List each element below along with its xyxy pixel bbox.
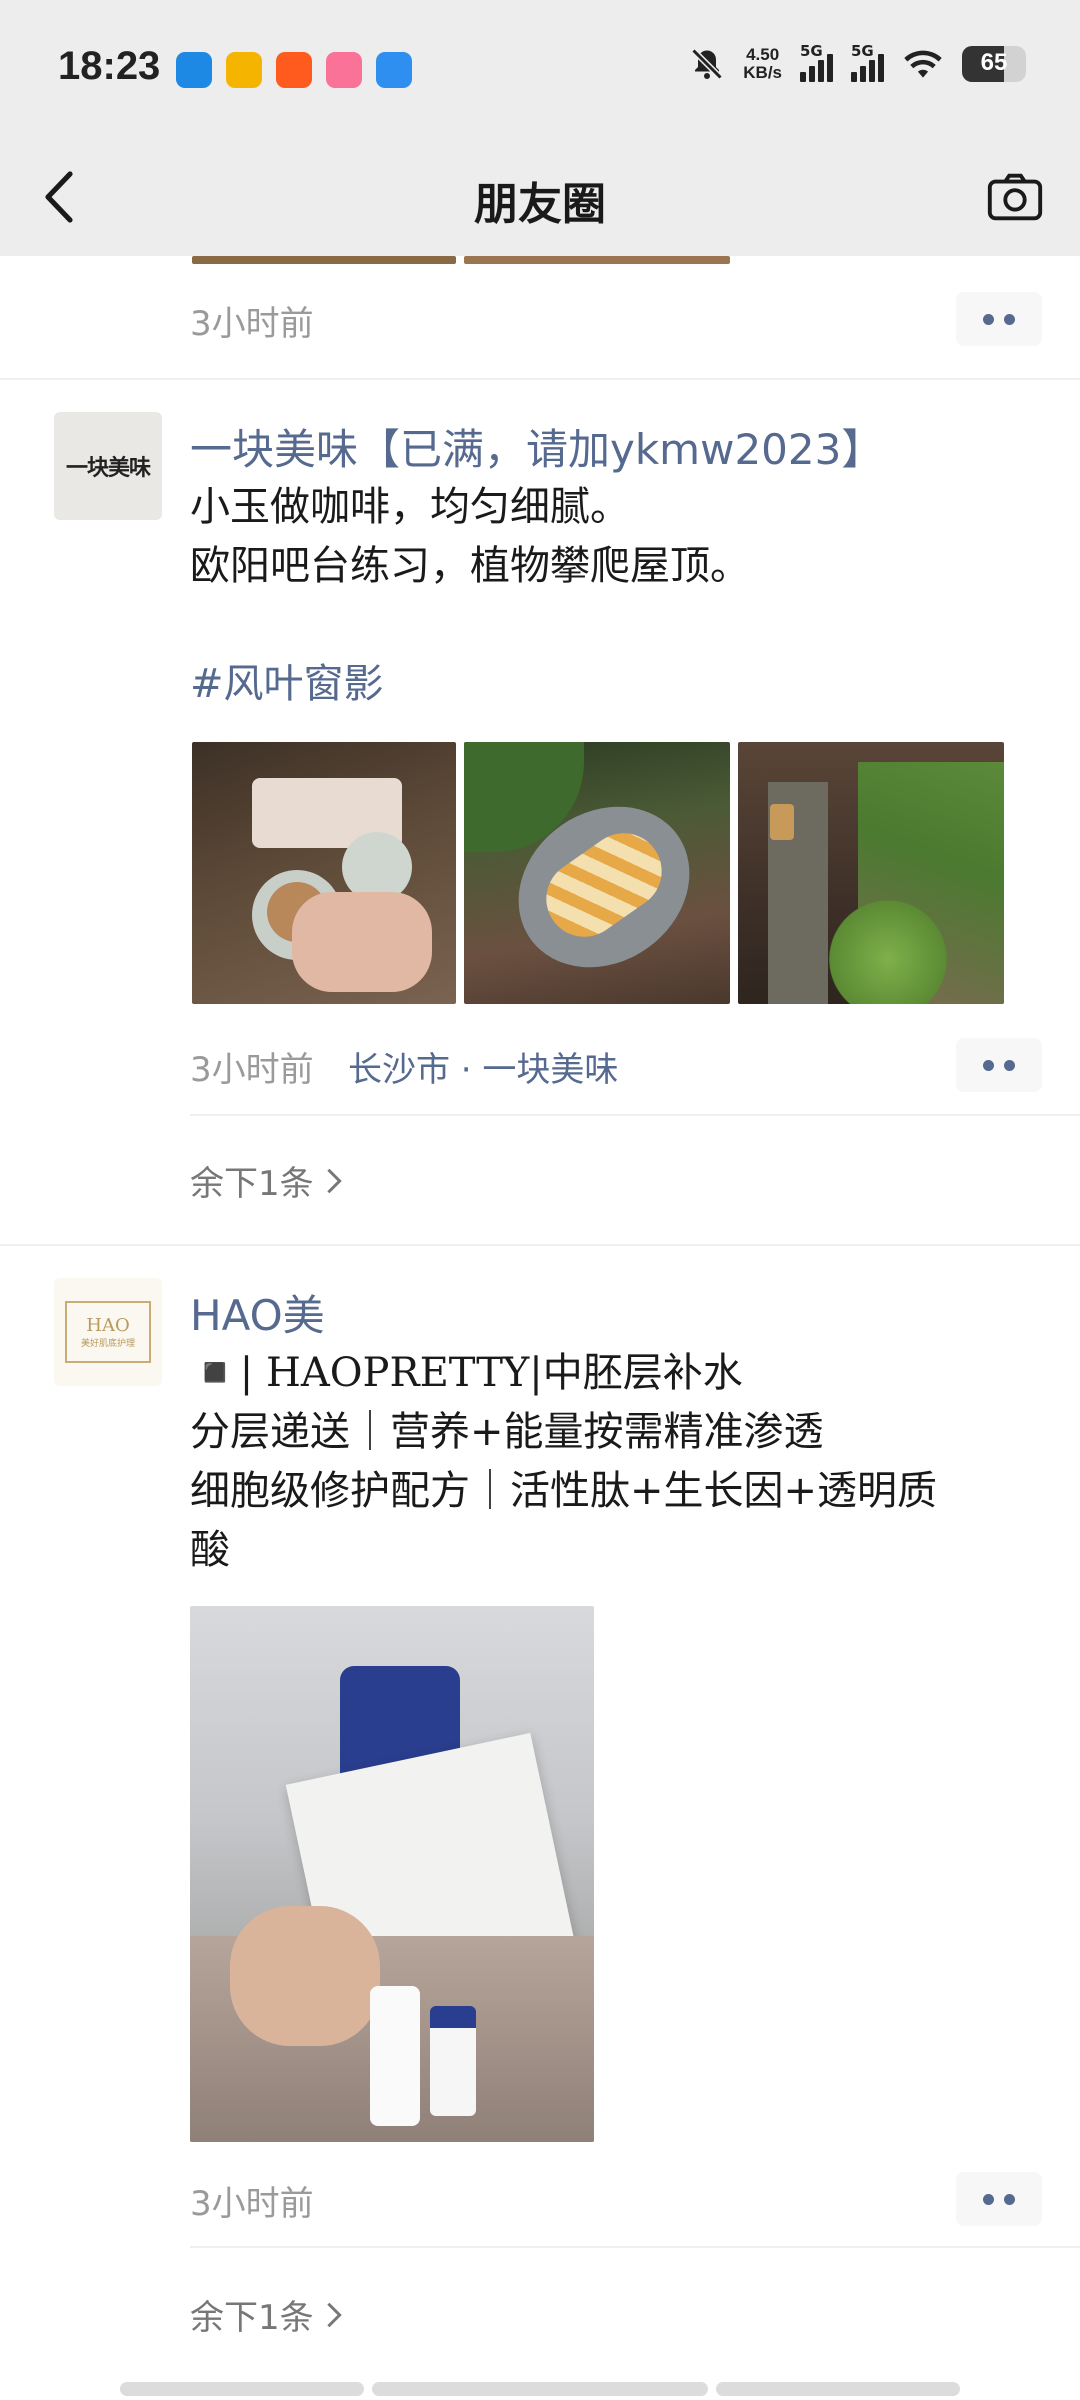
bilibili-icon	[326, 52, 362, 88]
post-text-line: 欧阳吧台练习，植物攀爬屋顶。	[190, 543, 750, 589]
post-time: 3小时前	[190, 304, 314, 344]
post-time: 3小时前	[190, 1050, 314, 1090]
post-divider	[0, 378, 1080, 380]
app-notification-icon	[376, 52, 412, 88]
show-more-link[interactable]: 余下1条	[190, 1156, 344, 1205]
signal-label: 5G	[851, 42, 874, 60]
net-speed-value: 4.50	[746, 45, 780, 64]
post-text-line: 分层递送｜营养+能量按需精准渗透	[190, 1409, 824, 1455]
post-text-line: ◾️| HAOPRETTY|中胚层补水	[190, 1350, 743, 1396]
app-notification-icon	[176, 52, 212, 88]
battery-level: 65	[980, 49, 1008, 76]
status-bar: 18:23 4.50 KB/s 5G 5G 65	[0, 0, 1080, 140]
wifi-icon	[904, 50, 942, 78]
notification-app-icons	[176, 52, 412, 88]
post-text-line: 细胞级修护配方｜活性肽+生长因+透明质	[190, 1468, 938, 1514]
post-text-line: 酸	[190, 1527, 230, 1573]
location-link[interactable]: 长沙市 · 一块美味	[348, 1042, 618, 1091]
net-speed-unit: KB/s	[743, 63, 782, 82]
bottom-preview-strip	[372, 2382, 708, 2396]
comment-divider	[190, 1114, 1080, 1116]
camera-icon[interactable]	[984, 166, 1046, 228]
post-text: ◾️| HAOPRETTY|中胚层补水 分层递送｜营养+能量按需精准渗透 细胞级…	[190, 1344, 1050, 1580]
post-author[interactable]: HAO美	[190, 1282, 325, 1343]
prev-post-photo[interactable]	[464, 256, 730, 264]
more-actions-button[interactable]	[956, 1038, 1042, 1092]
more-actions-button[interactable]	[956, 292, 1042, 346]
avatar[interactable]: 一块美味	[54, 412, 162, 520]
post-text-line: 小玉做咖啡，均匀细腻。	[190, 484, 630, 530]
post-photo-product[interactable]	[190, 1606, 594, 2142]
hashtag-link[interactable]: #风叶窗影	[190, 655, 1030, 714]
signal-label: 5G	[800, 42, 823, 60]
comment-divider	[190, 2246, 1080, 2248]
battery-icon: 65	[962, 46, 1026, 82]
post-text: 小玉做咖啡，均匀细腻。 欧阳吧台练习，植物攀爬屋顶。 #风叶窗影	[190, 478, 1030, 714]
bottom-preview-strip	[120, 2382, 364, 2396]
post-author[interactable]: 一块美味【已满，请加ykmw2023】	[190, 416, 883, 477]
avatar-logo-text: 一块美味	[65, 456, 151, 481]
prev-post-photo[interactable]	[192, 256, 456, 264]
mute-bell-icon	[691, 48, 723, 80]
avatar[interactable]: HAO 美好肌底护理	[54, 1278, 162, 1386]
bottom-preview-strip	[716, 2382, 960, 2396]
system-icons: 4.50 KB/s 5G 5G 65	[689, 42, 1026, 82]
show-more-link[interactable]: 余下1条	[190, 2290, 344, 2339]
avatar-logo-text: HAO	[86, 1315, 130, 1336]
signal-icon: 5G	[800, 42, 833, 82]
show-more-label: 余下1条	[190, 2298, 314, 2338]
moments-feed: 3小时前 一块美味 一块美味【已满，请加ykmw2023】 小玉做咖啡，均匀细腻…	[0, 256, 1080, 2400]
signal-icon: 5G	[851, 42, 884, 82]
post-divider	[0, 1244, 1080, 1246]
nav-bar: 朋友圈	[0, 140, 1080, 256]
show-more-label: 余下1条	[190, 1164, 314, 1204]
net-speed: 4.50 KB/s	[743, 46, 782, 82]
post-time: 3小时前	[190, 2184, 314, 2224]
avatar-logo-subtext: 美好肌底护理	[80, 1339, 135, 1349]
more-actions-button[interactable]	[956, 2172, 1042, 2226]
status-time: 18:23	[58, 44, 161, 88]
post-photo-coffee[interactable]	[192, 742, 456, 1004]
chevron-right-icon	[326, 2302, 342, 2327]
post-photo-window[interactable]	[738, 742, 1004, 1004]
post-photo-bread[interactable]	[464, 742, 730, 1004]
weibo-icon	[226, 52, 262, 88]
taobao-icon	[276, 52, 312, 88]
page-title: 朋友圈	[474, 179, 606, 230]
chevron-right-icon	[326, 1168, 342, 1193]
